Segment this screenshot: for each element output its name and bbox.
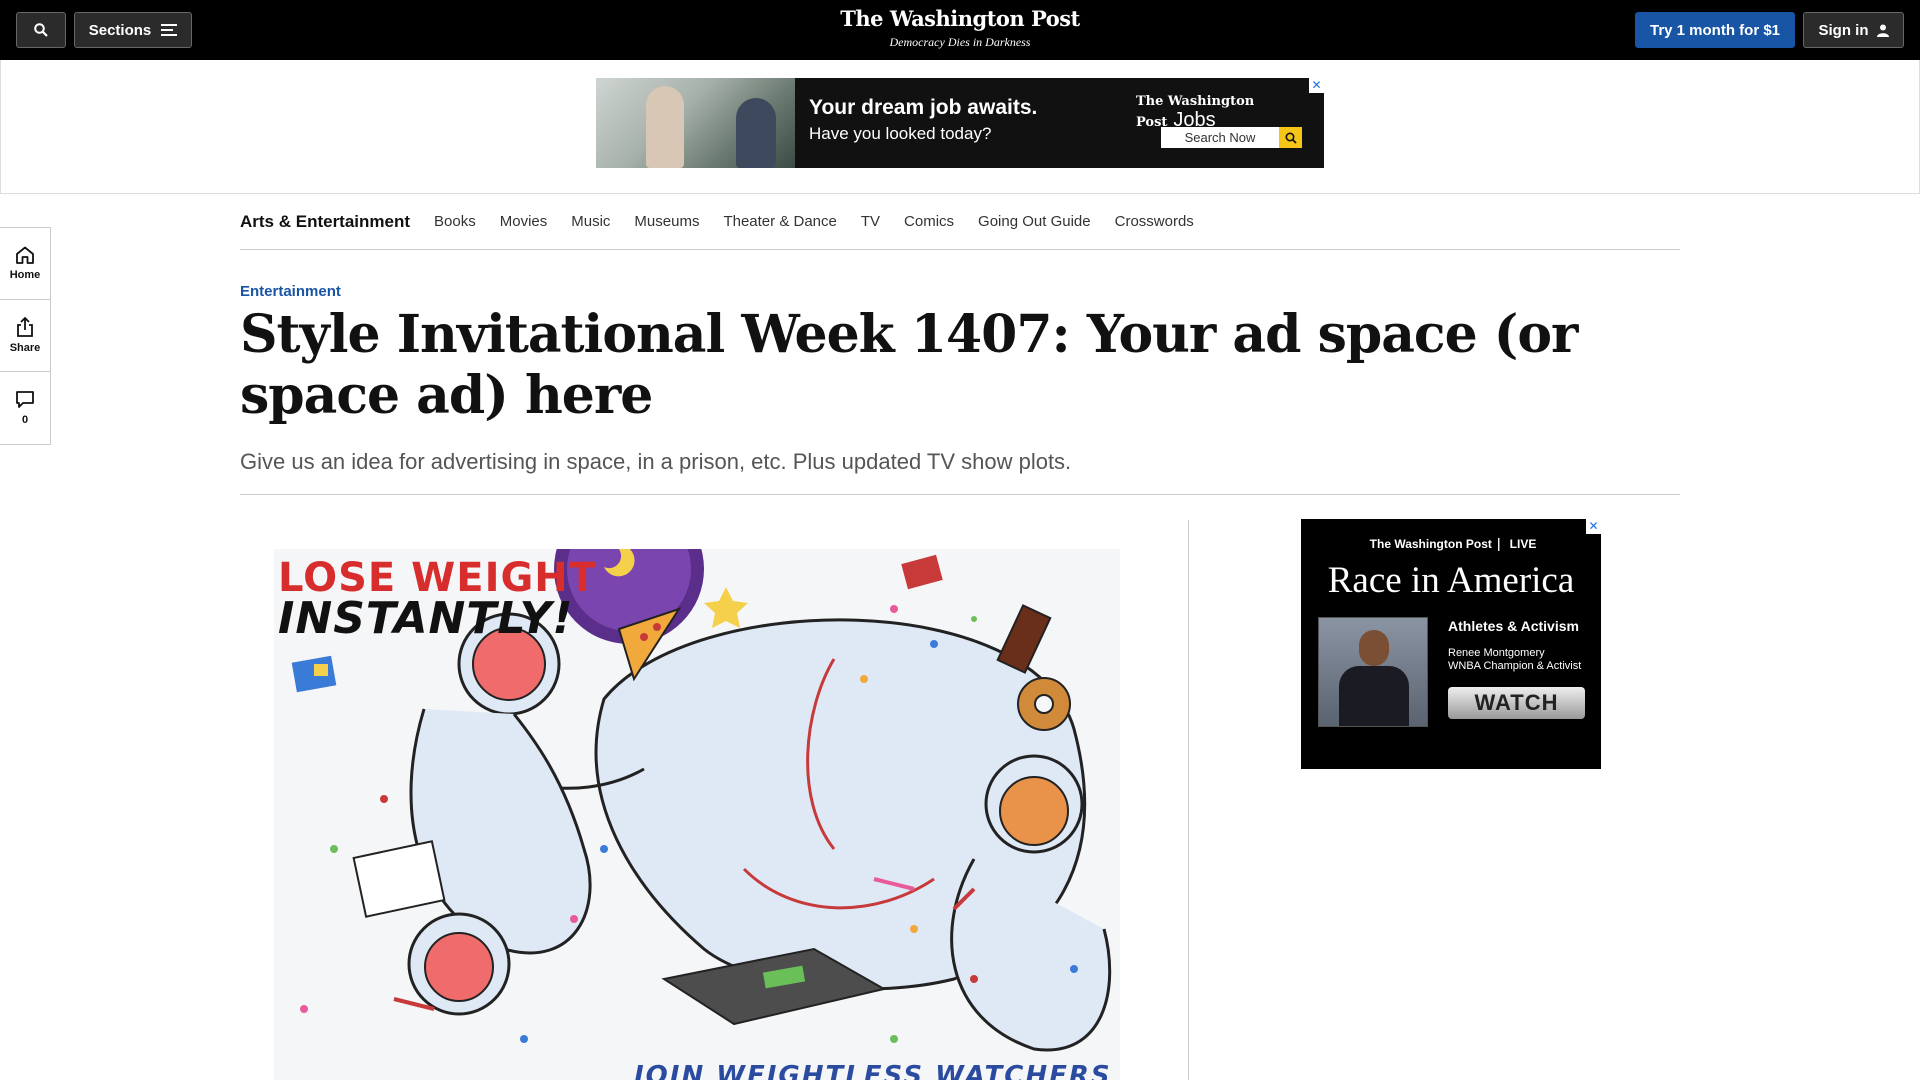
subnav-item-books[interactable]: Books: [434, 213, 476, 230]
ad-headline: Your dream job awaits.: [809, 96, 1038, 119]
ad-search-button[interactable]: [1279, 127, 1302, 148]
watch-button[interactable]: WATCH: [1448, 687, 1585, 719]
ad-photo: [596, 78, 795, 168]
illustration-title-line2: INSTANTLY!: [278, 593, 574, 644]
subnav-item-museums[interactable]: Museums: [634, 213, 699, 230]
share-button[interactable]: Share: [0, 300, 50, 372]
subnav-item-theater-dance[interactable]: Theater & Dance: [723, 213, 836, 230]
ad-close-icon[interactable]: ✕: [1309, 78, 1324, 93]
ad-brand-suffix: LIVE: [1509, 537, 1537, 551]
ad-close-icon[interactable]: ✕: [1586, 519, 1601, 534]
home-icon: [16, 246, 34, 264]
ad-brand-name: The Washington Post: [1369, 537, 1492, 551]
speaker-photo: [1318, 617, 1428, 727]
section-title[interactable]: Arts & Entertainment: [240, 212, 410, 232]
jobs-advertisement[interactable]: Your dream job awaits. Have you looked t…: [596, 78, 1324, 168]
comment-icon: [16, 391, 34, 408]
comments-button[interactable]: 0: [0, 372, 50, 444]
ad-subline: Have you looked today?: [809, 124, 992, 143]
search-icon: [1284, 131, 1297, 144]
sections-label: Sections: [88, 21, 152, 39]
home-label: Home: [9, 269, 41, 281]
menu-icon: [161, 24, 178, 36]
ad-heading: Athletes & Activism: [1448, 618, 1579, 634]
subnav-item-tv[interactable]: TV: [861, 213, 880, 230]
subnav-item-crosswords[interactable]: Crosswords: [1115, 213, 1194, 230]
user-icon: [1876, 24, 1889, 37]
ad-brand-logo: The Washington Post | LIVE: [1369, 537, 1537, 552]
share-icon: [17, 317, 33, 337]
illustration-bottom-text: JOIN WEIGHTLESS WATCHERS: [634, 1061, 1112, 1080]
subscribe-button[interactable]: Try 1 month for $1: [1635, 12, 1795, 48]
subnav-item-comics[interactable]: Comics: [904, 213, 954, 230]
masthead-logo[interactable]: The Washington Post Democracy Dies in Da…: [760, 6, 1160, 50]
masthead-tagline: Democracy Dies in Darkness: [889, 35, 1031, 49]
article-headline: Style Invitational Week 1407: Your ad sp…: [240, 304, 1578, 426]
subnav-item-music[interactable]: Music: [571, 213, 610, 230]
search-icon: [34, 23, 48, 37]
subnav-item-movies[interactable]: Movies: [500, 213, 548, 230]
column-divider: [1188, 520, 1189, 1080]
speaker-name: Renee Montgomery: [1448, 647, 1545, 659]
ad-title: Race in America: [1327, 560, 1575, 601]
search-button[interactable]: [16, 12, 66, 48]
share-label: Share: [9, 342, 41, 354]
headline-divider: [240, 494, 1680, 495]
masthead-name: The Washington Post: [840, 6, 1080, 31]
sign-in-button[interactable]: Sign in: [1803, 12, 1904, 48]
sign-in-label: Sign in: [1818, 21, 1869, 39]
home-button[interactable]: Home: [0, 228, 50, 300]
article-kicker[interactable]: Entertainment: [240, 283, 341, 300]
sections-button[interactable]: Sections: [74, 12, 192, 48]
article-dek: Give us an idea for advertising in space…: [240, 449, 1072, 474]
lead-illustration[interactable]: LOSE WEIGHT INSTANTLY! JOIN WEIGHTLESS W…: [274, 549, 1120, 1080]
subnav-item-going-out-guide[interactable]: Going Out Guide: [978, 213, 1091, 230]
ad-search-field[interactable]: Search Now: [1161, 127, 1279, 148]
comments-count: 0: [21, 414, 29, 426]
speaker-role: WNBA Champion & Activist: [1448, 660, 1582, 672]
article-action-rail: Home Share 0: [0, 227, 51, 445]
section-subnav: Arts & Entertainment Books Movies Music …: [240, 194, 1680, 250]
top-navigation-bar: Sections The Washington Post Democracy D…: [0, 0, 1920, 60]
race-in-america-advertisement[interactable]: The Washington Post | LIVE Race in Ameri…: [1301, 519, 1601, 769]
